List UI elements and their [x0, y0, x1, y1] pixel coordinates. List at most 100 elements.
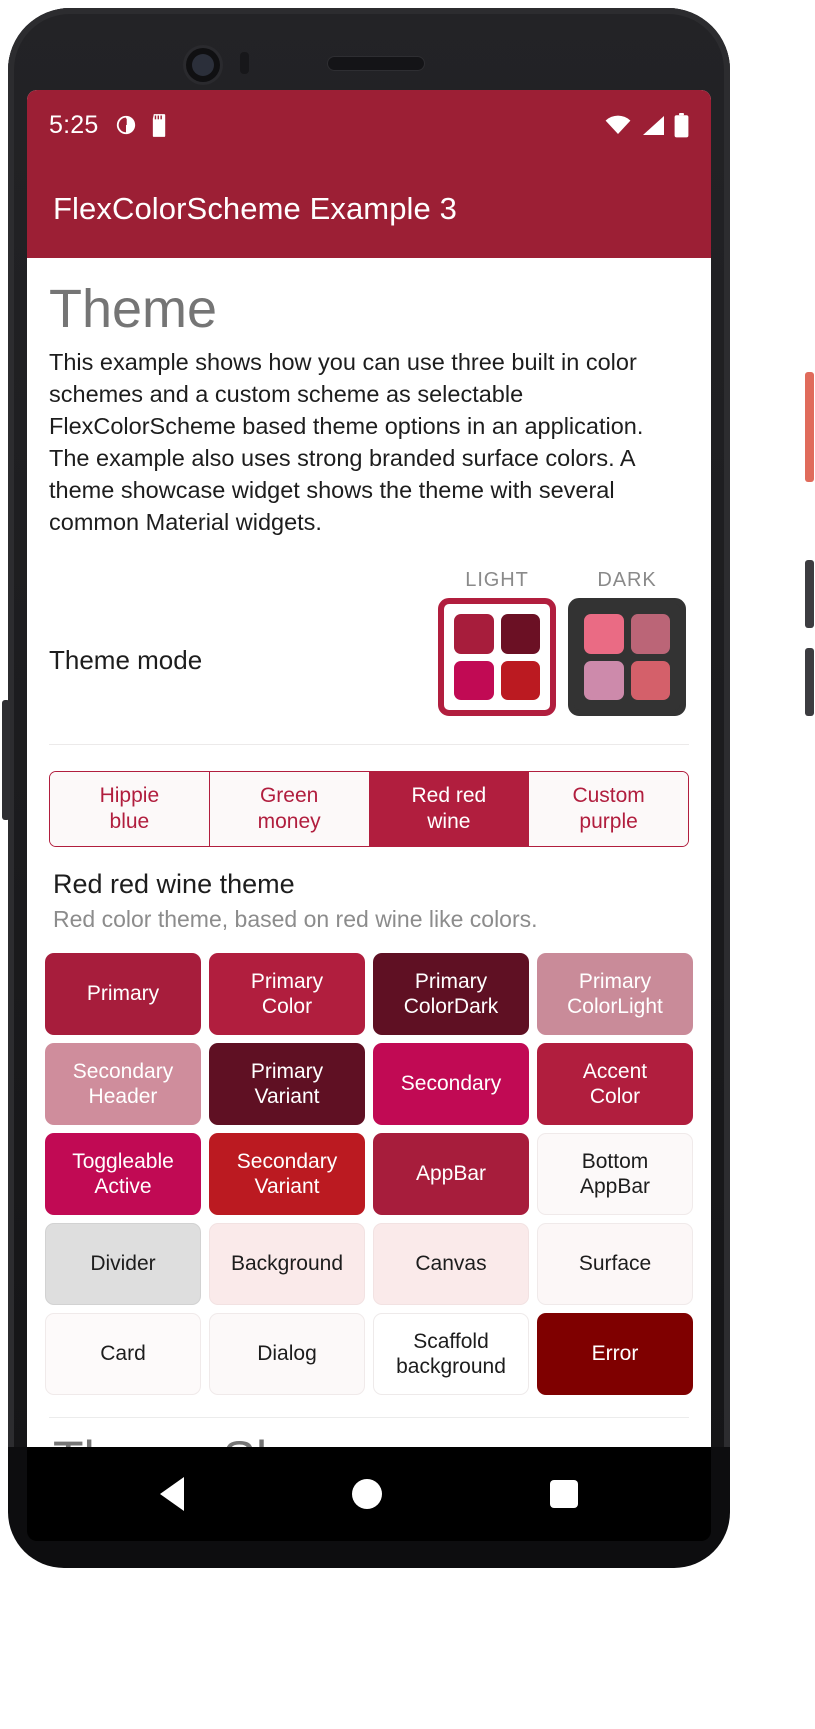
- back-button-icon[interactable]: [160, 1477, 184, 1511]
- screenshot-stage: 5:25 FlexColorScheme Example 3 Theme Thi…: [0, 0, 815, 1729]
- home-button-icon[interactable]: [352, 1479, 382, 1509]
- theme-mode-label: Theme mode: [49, 645, 203, 676]
- light-swatch-3: [454, 660, 494, 701]
- color-swatch: Bottom AppBar: [537, 1133, 693, 1216]
- swatch-line1: Primary: [578, 969, 652, 993]
- color-swatch-label: Primary ColorDark: [404, 969, 499, 1019]
- phone-screen: 5:25 FlexColorScheme Example 3 Theme Thi…: [27, 90, 711, 1447]
- swatch-line2: Color: [589, 1085, 641, 1109]
- swatch-line2: Active: [94, 1175, 152, 1199]
- light-swatch-1: [454, 614, 494, 654]
- page-title: Theme: [49, 279, 218, 339]
- color-swatch-label: AppBar: [415, 1162, 487, 1186]
- color-swatch-label: Background: [230, 1252, 344, 1276]
- light-swatch-2: [500, 614, 540, 654]
- proximity-sensor-icon: [240, 52, 249, 74]
- color-swatch: AppBar: [373, 1133, 529, 1216]
- color-swatch-label: Surface: [578, 1252, 652, 1276]
- color-swatch: Background: [209, 1223, 365, 1306]
- scheme-selector-wrap: Hippie blue Green money Red red wine Custom…: [27, 745, 711, 848]
- swatch-line2: AppBar: [579, 1175, 651, 1199]
- theme-mode-toggle-group[interactable]: LIGHT DARK: [438, 569, 689, 717]
- scroll-content[interactable]: Theme This example shows how you can use…: [27, 258, 711, 1447]
- status-bar-notification-icons: [115, 113, 169, 137]
- swatch-line1: Primary: [250, 1059, 324, 1083]
- color-swatch-label: Primary Color: [251, 969, 323, 1019]
- color-swatch: Accent Color: [537, 1043, 693, 1126]
- dark-swatch-4: [630, 660, 670, 701]
- swatch-line2: Header: [88, 1085, 158, 1109]
- swatch-line1: Toggleable: [72, 1149, 174, 1173]
- android-navigation-bar: [27, 1447, 711, 1541]
- theme-mode-option-light[interactable]: LIGHT: [438, 569, 556, 717]
- theme-mode-light-preview[interactable]: [438, 598, 556, 717]
- swatch-line1: Bottom: [581, 1149, 649, 1173]
- color-swatch: Canvas: [373, 1223, 529, 1306]
- color-swatch-label: Secondary Variant: [237, 1149, 337, 1199]
- color-swatch: Dialog: [209, 1313, 365, 1396]
- color-swatch: Secondary: [373, 1043, 529, 1126]
- color-swatch-label: Secondary: [400, 1072, 502, 1096]
- color-swatch: Primary Variant: [209, 1043, 365, 1126]
- status-bar-clock: 5:25: [49, 110, 99, 139]
- swatch-line2: Variant: [254, 1175, 320, 1199]
- color-swatch: Primary ColorDark: [373, 953, 529, 1036]
- front-camera-lens-inner: [192, 54, 214, 76]
- scheme-option-hippie-blue[interactable]: Hippie blue: [50, 772, 210, 847]
- theme-mode-light-caption: LIGHT: [465, 569, 529, 592]
- color-swatch-label: Error: [591, 1342, 639, 1366]
- swatch-line2: ColorLight: [567, 995, 663, 1019]
- wifi-icon: [605, 115, 631, 134]
- phone-volume-up-button[interactable]: [805, 560, 814, 628]
- color-swatch-label: Dialog: [257, 1342, 317, 1366]
- color-swatch: Secondary Header: [45, 1043, 201, 1126]
- scheme-option-green-money-line2: money: [257, 810, 321, 834]
- color-swatch: Toggleable Active: [45, 1133, 201, 1216]
- phone-left-button[interactable]: [2, 700, 10, 820]
- phone-power-button[interactable]: [805, 372, 814, 482]
- swatch-line1: Secondary: [72, 1059, 174, 1083]
- color-swatch: Card: [45, 1313, 201, 1396]
- color-swatch-grid: Primary Primary Color Primary ColorDark Prima…: [27, 933, 711, 1396]
- color-swatch-label: Bottom AppBar: [580, 1149, 650, 1199]
- color-swatch-label: Primary ColorLight: [567, 969, 663, 1019]
- color-swatch: Primary Color: [209, 953, 365, 1036]
- scheme-toggle-buttons[interactable]: Hippie blue Green money Red red wine Custom…: [49, 771, 689, 848]
- light-swatch-4: [500, 660, 540, 701]
- theme-mode-row: Theme mode LIGHT DARK: [49, 539, 689, 717]
- swatch-line2: ColorDark: [403, 995, 499, 1019]
- swatch-line1: Secondary: [236, 1149, 338, 1173]
- scheme-option-green-money[interactable]: Green money: [209, 772, 370, 847]
- color-swatch-label: Canvas: [415, 1252, 487, 1276]
- scheme-option-red-red-wine[interactable]: Red red wine: [369, 772, 530, 847]
- sd-card-icon: [153, 113, 166, 137]
- scheme-option-red-red-wine-line2: wine: [427, 810, 471, 834]
- color-swatch-label: Accent Color: [583, 1059, 647, 1109]
- recents-button-icon[interactable]: [550, 1480, 578, 1508]
- theme-description: This example shows how you can use three…: [49, 349, 644, 536]
- front-camera-icon: [186, 48, 220, 82]
- theme-mode-dark-preview[interactable]: [568, 598, 686, 717]
- app-bar: FlexColorScheme Example 3: [27, 160, 711, 258]
- swatch-line1: Primary: [250, 969, 324, 993]
- swatch-line2: background: [396, 1355, 506, 1379]
- swatch-line1: Primary: [414, 969, 488, 993]
- color-swatch-label: Secondary Header: [73, 1059, 173, 1109]
- scheme-subtitle: Red color theme, based on red wine like …: [53, 906, 538, 933]
- phone-volume-down-button[interactable]: [805, 648, 814, 716]
- color-swatch: Primary: [45, 953, 201, 1036]
- swatch-line2: Color: [261, 995, 313, 1019]
- scheme-option-hippie-blue-line2: blue: [109, 810, 150, 834]
- color-swatch: Surface: [537, 1223, 693, 1306]
- dark-swatch-3: [584, 660, 624, 701]
- theme-mode-dark-caption: DARK: [597, 569, 657, 592]
- theme-mode-option-dark[interactable]: DARK: [568, 569, 686, 717]
- dark-swatch-1: [584, 614, 624, 654]
- swatch-line1: Accent: [582, 1059, 648, 1083]
- scheme-option-custom-purple-line1: Custom: [572, 784, 645, 808]
- swatch-line2: Variant: [254, 1085, 320, 1109]
- scheme-option-custom-purple[interactable]: Custom purple: [529, 772, 688, 847]
- color-swatch-label: Toggleable Active: [72, 1149, 174, 1199]
- color-swatch-label: Scaffold background: [396, 1329, 506, 1379]
- color-swatch: Error: [537, 1313, 693, 1396]
